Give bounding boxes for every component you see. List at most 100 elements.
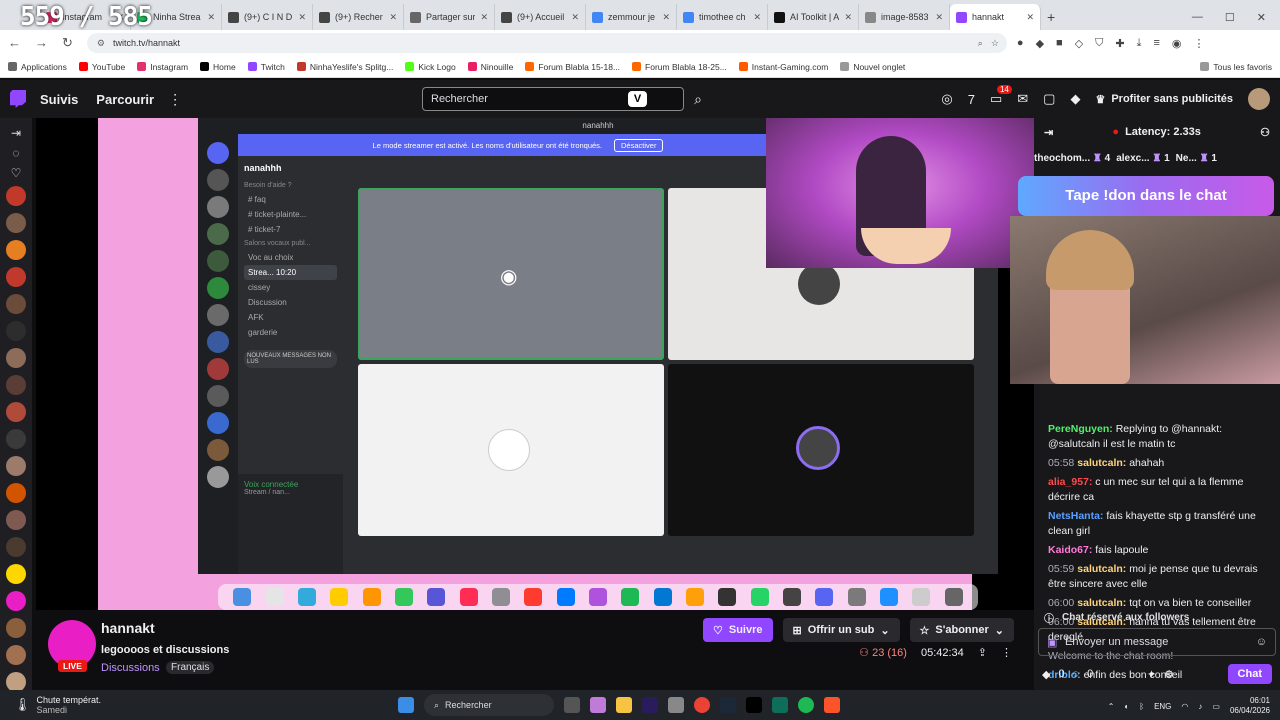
collapse-chat-icon[interactable]: ⇥ (1044, 126, 1053, 139)
battery-icon[interactable]: ▭ (1212, 702, 1220, 711)
follow-button[interactable]: ♡ Suivre (702, 618, 773, 642)
prime-button[interactable]: ♛ Profiter sans publicités (1095, 93, 1233, 106)
gifter-entry[interactable]: Ne... ♜ 1 (1176, 153, 1217, 164)
tiktok-icon[interactable] (746, 697, 762, 713)
browser-tab[interactable]: (9+) Accueil ✕ (495, 4, 586, 30)
nav-browse[interactable]: Parcourir (96, 92, 154, 107)
followed-channel-avatar[interactable] (6, 564, 26, 584)
followed-channel-avatar[interactable] (6, 267, 26, 287)
browser-tab[interactable]: hannakt ✕ (950, 4, 1041, 30)
download-icon[interactable]: ⤓ (1137, 37, 1142, 50)
browser-tab[interactable]: AI Toolkit | A ✕ (768, 4, 859, 30)
followed-channel-avatar[interactable] (6, 483, 26, 503)
whispers-icon[interactable]: ▢ (1043, 91, 1055, 107)
twitch-logo-icon[interactable] (10, 90, 26, 108)
message-user[interactable]: salutcaln: (1077, 457, 1126, 469)
extension-icon[interactable]: ◇ (1075, 37, 1083, 50)
spotify-icon[interactable] (798, 697, 814, 713)
bookmark-item[interactable]: Instagram (137, 62, 188, 72)
close-tab-icon[interactable]: ✕ (935, 12, 943, 23)
gift-sub-button[interactable]: ⊞ Offrir un sub ⌄ (782, 618, 900, 642)
chrome-icon[interactable] (694, 697, 710, 713)
heart-icon[interactable]: ♡ (11, 166, 22, 180)
more-icon[interactable]: ⋮ (168, 91, 182, 108)
chat-input[interactable]: ▣ Envoyer un message ☺ (1038, 628, 1276, 656)
user-avatar[interactable] (1248, 88, 1270, 110)
steam-icon[interactable] (720, 697, 736, 713)
gifter-entry[interactable]: alexc... ♜ 1 (1116, 153, 1169, 164)
close-tab-icon[interactable]: ✕ (480, 12, 488, 23)
notifications-icon[interactable]: ▭ 14 (990, 85, 1012, 107)
bookmark-item[interactable]: Twitch (247, 62, 285, 72)
bookmark-star-icon[interactable]: ☆ (991, 38, 999, 49)
activity-icon[interactable]: ◎ (941, 91, 952, 107)
search-icon[interactable]: ⌕ (688, 87, 708, 111)
site-info-icon[interactable]: ⚙ (97, 38, 105, 49)
chat-message[interactable]: Kaido67: fais lapoule (1048, 543, 1274, 558)
followed-channel-avatar[interactable] (6, 672, 26, 692)
profile-icon[interactable]: ◉ (1172, 37, 1182, 50)
followed-channel-avatar[interactable] (6, 618, 26, 638)
category-link[interactable]: Discussions (101, 662, 160, 674)
inbox-icon[interactable]: ✉ (1017, 91, 1028, 107)
windows-start-icon[interactable] (398, 697, 414, 713)
nav-following[interactable]: Suivis (40, 92, 78, 107)
shield-icon[interactable]: ⛉ (1095, 37, 1103, 50)
app-icon[interactable] (772, 697, 788, 713)
wifi-icon[interactable]: ◠ (1181, 702, 1188, 711)
video-player[interactable]: nanahhh Le mode streamer est activé. Les… (36, 118, 1034, 610)
followed-channel-avatar[interactable] (6, 510, 26, 530)
users-icon[interactable]: ⚇ (1260, 126, 1270, 139)
emote-icon[interactable]: ☺ (1256, 636, 1267, 648)
followed-channel-avatar[interactable] (6, 186, 26, 206)
close-tab-icon[interactable]: ✕ (298, 12, 306, 23)
back-icon[interactable]: ← (8, 35, 21, 51)
close-tab-icon[interactable]: ✕ (389, 12, 397, 23)
message-user[interactable]: PereNguyen: (1048, 423, 1113, 435)
chat-message[interactable]: PereNguyen: Replying to @hannakt: @salut… (1048, 422, 1274, 452)
followed-channel-avatar[interactable] (6, 348, 26, 368)
followed-channel-avatar[interactable] (6, 591, 26, 611)
followed-channel-avatar[interactable] (6, 294, 26, 314)
bookmark-item[interactable]: YouTube (78, 62, 125, 72)
for-you-icon[interactable]: ◌ (12, 146, 19, 160)
task-view-icon[interactable] (564, 697, 580, 713)
minimize-icon[interactable]: — (1192, 11, 1203, 23)
browser-tab[interactable]: timothee ch ✕ (677, 4, 768, 30)
bookmark-item[interactable]: Nouvel onglet (840, 62, 905, 72)
expand-sidebar-icon[interactable]: ⇥ (11, 126, 21, 140)
browser-tab[interactable]: (9+) Recher ✕ (313, 4, 404, 30)
chat-send-button[interactable]: Chat (1227, 664, 1272, 684)
close-tab-icon[interactable]: ✕ (753, 12, 761, 23)
bookmark-item[interactable]: Forum Blabla 18-25... (632, 62, 727, 72)
maximize-icon[interactable]: ☐ (1225, 11, 1235, 24)
extension-icon[interactable]: ■ (1056, 37, 1063, 50)
more-options-icon[interactable]: ⋮ (1001, 646, 1012, 659)
taskbar-search[interactable]: ⌕ Rechercher (424, 694, 554, 716)
followed-channel-avatar[interactable] (6, 321, 26, 341)
extension-icon[interactable]: ✦ (1147, 668, 1156, 681)
settings-icon[interactable]: ⚙ (1164, 668, 1174, 681)
followed-channel-avatar[interactable] (6, 645, 26, 665)
bookmark-item[interactable]: Ninouille (467, 62, 513, 72)
all-bookmarks[interactable]: Tous les favoris (1200, 62, 1272, 72)
message-user[interactable]: Kaido67: (1048, 544, 1092, 556)
followed-channel-avatar[interactable] (6, 537, 26, 557)
tray-icon[interactable]: ⌃ (1108, 702, 1115, 711)
puzzle-icon[interactable]: ✚ (1115, 37, 1124, 50)
forward-icon[interactable]: → (35, 35, 48, 51)
subscribe-button[interactable]: ☆ S'abonner ⌄ (909, 618, 1014, 642)
bits-icon[interactable]: ◆ (1070, 91, 1080, 107)
premiere-icon[interactable] (642, 697, 658, 713)
bookmark-item[interactable]: Forum Blabla 15-18... (525, 62, 620, 72)
url-field[interactable]: ⚙ twitch.tv/hannakt ⌕ ☆ (86, 33, 1007, 53)
browser-tab[interactable]: (9+) C I N D ✕ (222, 4, 313, 30)
close-tab-icon[interactable]: ✕ (571, 12, 579, 23)
message-user[interactable]: salutcaln: (1077, 563, 1126, 575)
close-tab-icon[interactable]: ✕ (1026, 12, 1034, 23)
search-input[interactable]: Rechercher V (422, 87, 684, 111)
bits-icon[interactable]: ◆ (1042, 668, 1050, 681)
file-explorer-icon[interactable] (616, 697, 632, 713)
followed-channel-avatar[interactable] (6, 375, 26, 395)
gifter-entry[interactable]: theochom... ♜ 4 (1034, 153, 1110, 164)
